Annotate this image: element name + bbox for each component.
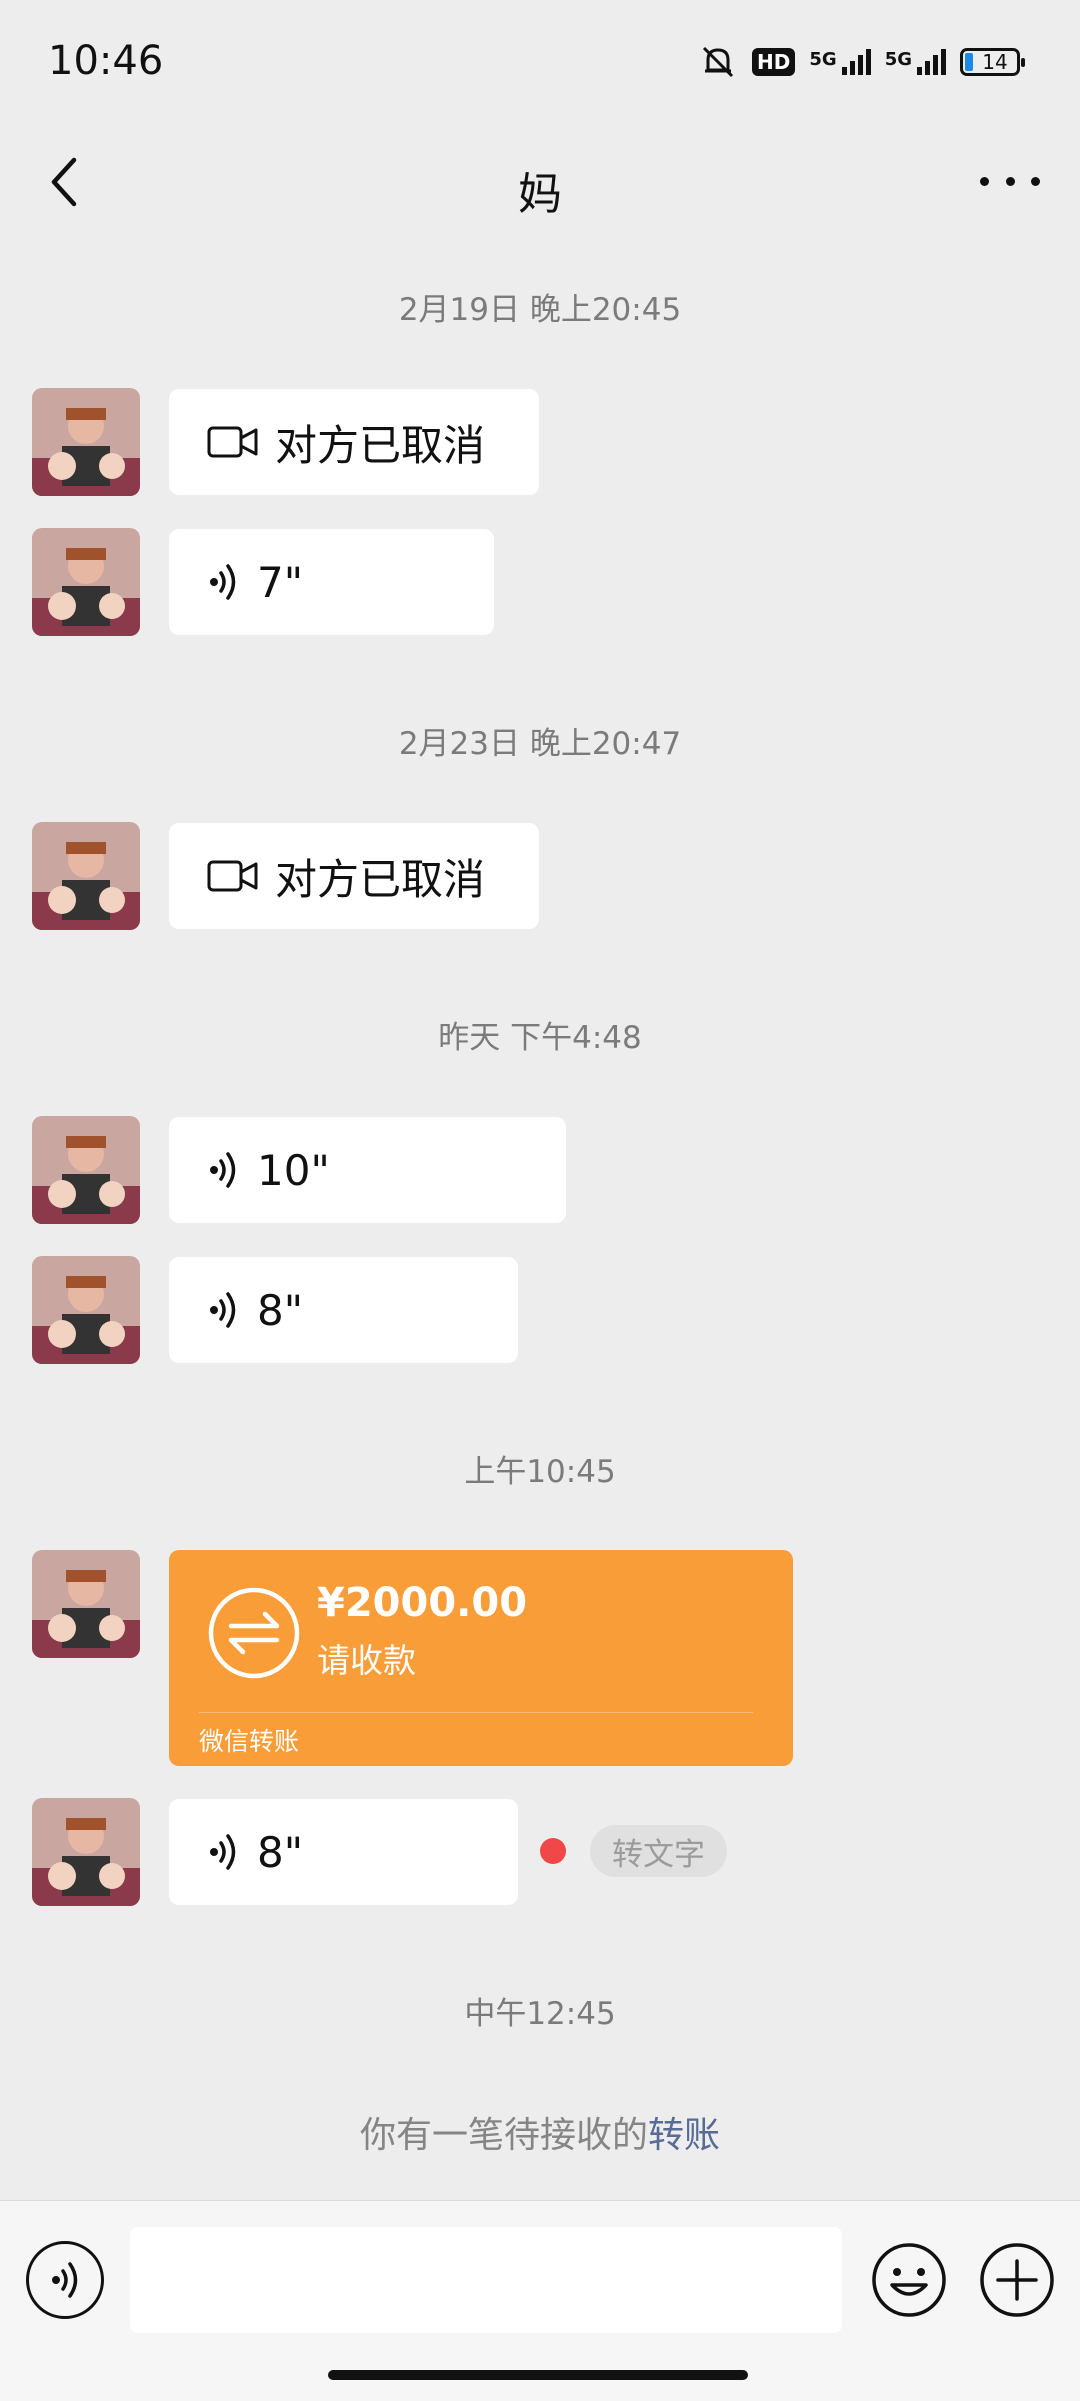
avatar[interactable] [32,1256,140,1364]
transfer-arrows-icon [208,1587,300,1679]
status-icons: HD 5G 5G 14 [698,40,1025,84]
hd-badge: HD [752,48,796,76]
avatar[interactable] [32,388,140,496]
status-time: 10:46 [48,38,164,84]
avatar[interactable] [32,1550,140,1658]
chat-title: 妈 [518,169,562,220]
battery-icon: 14 [960,48,1025,76]
notice-text: 你有一笔待接收的 [359,2115,648,2156]
video-call-message[interactable]: 对方已取消 [169,823,539,929]
video-camera-icon [207,426,258,458]
transfer-divider [199,1712,753,1713]
timestamp: 昨天 下午4:48 [438,1020,642,1056]
voice-input-button[interactable] [26,2241,104,2319]
voice-message[interactable]: 8" [169,1799,518,1905]
avatar[interactable] [32,1116,140,1224]
convert-to-text-button[interactable]: 转文字 [590,1825,727,1877]
network-signal-1: 5G [809,49,871,75]
mute-bell-icon [702,46,734,78]
voice-message[interactable]: 8" [169,1257,518,1363]
timestamp: 中午12:45 [464,1996,616,2032]
voice-duration: 10" [257,1145,330,1195]
transfer-footer: 微信转账 [199,1727,300,1756]
video-camera-icon [207,860,258,892]
timestamp: 2月19日 晚上20:45 [398,292,682,328]
video-call-message[interactable]: 对方已取消 [169,389,539,495]
voice-duration: 8" [257,1285,304,1335]
pending-transfer-notice: 你有一笔待接收的转账 [0,2106,1080,2158]
avatar[interactable] [32,528,140,636]
network-signal-2: 5G [885,49,946,75]
video-call-status: 对方已取消 [275,854,486,904]
transfer-amount: ¥2000.00 [317,1580,528,1626]
emoji-icon[interactable] [870,2241,948,2319]
timestamp: 2月23日 晚上20:47 [398,726,682,762]
voice-icon [52,2262,78,2298]
voice-icon [210,564,236,600]
voice-icon [210,1292,236,1328]
avatar[interactable] [32,1798,140,1906]
home-indicator[interactable] [328,2370,748,2380]
voice-message[interactable]: 10" [169,1117,566,1223]
message-input[interactable] [130,2227,842,2333]
more-icon[interactable] [980,166,1040,196]
transfer-link[interactable]: 转账 [648,2115,720,2156]
voice-duration: 7" [257,557,304,607]
voice-icon [210,1834,236,1870]
voice-duration: 8" [257,1827,304,1877]
timestamp: 上午10:45 [464,1454,616,1490]
chat-header: 妈 [0,130,1080,234]
battery-level: 14 [982,50,1008,74]
voice-message[interactable]: 7" [169,529,494,635]
transfer-card[interactable]: ¥2000.00 请收款 微信转账 [169,1550,793,1766]
voice-icon [210,1152,236,1188]
plus-icon[interactable] [978,2241,1056,2319]
video-call-status: 对方已取消 [275,420,486,470]
transfer-action: 请收款 [317,1641,416,1680]
unread-dot [540,1838,566,1864]
avatar[interactable] [32,822,140,930]
status-bar: 10:46 HD 5G 5G 14 [0,0,1080,130]
